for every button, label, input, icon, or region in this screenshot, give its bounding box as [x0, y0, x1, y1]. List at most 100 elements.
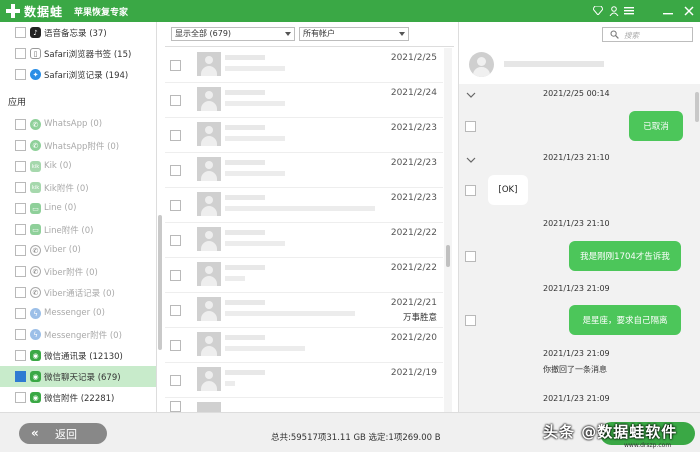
user-icon[interactable] — [608, 5, 619, 16]
table-row[interactable]: 2021/2/23 — [165, 153, 443, 188]
checkbox[interactable] — [170, 130, 181, 141]
checkbox[interactable] — [170, 60, 181, 71]
table-row[interactable]: 2021/2/24 — [165, 83, 443, 118]
list-scrollbar-thumb[interactable] — [446, 245, 450, 267]
sidebar-item-line[interactable]: ▭ Line (0) — [0, 198, 156, 219]
checkbox[interactable] — [170, 235, 181, 246]
viber-icon: ✆ — [30, 266, 41, 277]
list-scrollbar-track[interactable] — [444, 48, 452, 412]
close-icon[interactable] — [683, 5, 694, 16]
back-button[interactable]: « 返回 — [19, 423, 107, 444]
checkbox[interactable] — [170, 305, 181, 316]
avatar — [197, 297, 221, 321]
sidebar-item-viber[interactable]: ✆ Viber (0) — [0, 240, 156, 261]
checkbox[interactable] — [15, 69, 26, 80]
kik-icon: kik — [30, 161, 41, 172]
checkbox[interactable] — [15, 371, 26, 382]
checkbox[interactable] — [15, 350, 26, 361]
search-placeholder: 搜索 — [624, 31, 639, 40]
checkbox[interactable] — [15, 392, 26, 403]
checkbox[interactable] — [15, 161, 26, 172]
sidebar-item-label: 微信聊天记录 (679) — [44, 373, 121, 383]
checkbox[interactable] — [15, 48, 26, 59]
checkbox[interactable] — [170, 95, 181, 106]
checkbox[interactable] — [15, 27, 26, 38]
line-icon: ▭ — [30, 224, 41, 235]
sidebar-item-label: WhatsApp (0) — [44, 119, 103, 129]
message-timestamp: 2021/1/23 21:10 — [543, 219, 610, 228]
checkbox[interactable] — [170, 340, 181, 351]
sidebar-item-wechat-contacts[interactable]: ◉ 微信通讯录 (12130) — [0, 345, 156, 366]
sidebar-item-whatsapp[interactable]: ✆ WhatsApp (0) — [0, 114, 156, 135]
row-date: 2021/2/22 — [390, 263, 437, 273]
chevron-down-icon[interactable] — [466, 90, 476, 100]
sidebar-item-label: Safari浏览记录 (194) — [44, 71, 129, 81]
checkbox[interactable] — [15, 140, 26, 151]
checkbox[interactable] — [15, 287, 26, 298]
checkbox[interactable] — [15, 329, 26, 340]
wechat-icon: ◉ — [30, 371, 41, 382]
message-bubble-outgoing: 已取消 — [629, 111, 683, 141]
sidebar-item-voice-memo[interactable]: ♪ 语音备忘录 (37) — [0, 22, 156, 43]
sidebar-item-label: Viber附件 (0) — [44, 268, 98, 278]
sidebar-item-label: Kik附件 (0) — [44, 184, 89, 194]
search-input[interactable]: 搜索 — [602, 27, 693, 42]
checkbox[interactable] — [15, 119, 26, 130]
checkbox[interactable] — [170, 200, 181, 211]
sidebar-item-viber-calls[interactable]: ✆ Viber通话记录 (0) — [0, 282, 156, 303]
checkbox[interactable] — [15, 224, 26, 235]
checkbox[interactable] — [15, 308, 26, 319]
message-bubble-outgoing: 是星座，要求自己隔离 — [569, 305, 681, 335]
sidebar-item-line-attachments[interactable]: ▭ Line附件 (0) — [0, 219, 156, 240]
row-date: 2021/2/19 — [390, 368, 437, 378]
table-row[interactable] — [165, 398, 443, 412]
sidebar-item-whatsapp-attachments[interactable]: ✆ WhatsApp附件 (0) — [0, 135, 156, 156]
checkbox[interactable] — [15, 203, 26, 214]
sidebar-scrollbar[interactable] — [158, 215, 162, 350]
checkbox[interactable] — [15, 182, 26, 193]
table-row[interactable]: 2021/2/21 万事胜意 — [165, 293, 443, 328]
sidebar-item-messenger[interactable]: ϟ Messenger (0) — [0, 303, 156, 324]
blurred-text — [225, 311, 355, 316]
sidebar-item-kik[interactable]: kik Kik (0) — [0, 156, 156, 177]
whatsapp-icon: ✆ — [30, 140, 41, 151]
account-filter-select[interactable]: 所有帐户 — [299, 27, 409, 41]
checkbox[interactable] — [170, 165, 181, 176]
table-row[interactable]: 2021/2/19 — [165, 363, 443, 398]
table-row[interactable]: 2021/2/22 — [165, 223, 443, 258]
table-row[interactable]: 2021/2/25 — [165, 48, 443, 83]
menu-icon[interactable] — [623, 5, 634, 16]
table-row[interactable]: 2021/2/20 — [165, 328, 443, 363]
chat-scrollbar[interactable] — [695, 92, 699, 122]
table-row[interactable]: 2021/2/23 — [165, 118, 443, 153]
message-checkbox[interactable] — [465, 121, 476, 132]
checkbox[interactable] — [15, 245, 26, 256]
message-checkbox[interactable] — [465, 185, 476, 196]
sidebar-item-safari-bookmarks[interactable]: ▯ Safari浏览器书签 (15) — [0, 43, 156, 64]
message-checkbox[interactable] — [465, 315, 476, 326]
checkbox[interactable] — [15, 266, 26, 277]
sidebar-item-viber-attachments[interactable]: ✆ Viber附件 (0) — [0, 261, 156, 282]
message-checkbox[interactable] — [465, 251, 476, 262]
chevron-down-icon[interactable] — [466, 155, 476, 165]
chevron-down-icon — [399, 32, 405, 36]
sidebar-item-wechat-chats[interactable]: ◉ 微信聊天记录 (679) — [0, 366, 156, 387]
checkbox[interactable] — [170, 401, 181, 412]
minimize-icon[interactable] — [662, 5, 673, 16]
sidebar-item-wechat-attachments[interactable]: ◉ 微信附件 (22281) — [0, 387, 156, 408]
blurred-name — [225, 335, 265, 340]
table-row[interactable]: 2021/2/22 — [165, 258, 443, 293]
checkbox[interactable] — [170, 375, 181, 386]
diamond-icon[interactable] — [592, 5, 603, 16]
avatar — [197, 332, 221, 356]
sidebar-item-safari-history[interactable]: ✦ Safari浏览记录 (194) — [0, 64, 156, 85]
table-row[interactable]: 2021/2/23 — [165, 188, 443, 223]
sidebar-item-kik-attachments[interactable]: kik Kik附件 (0) — [0, 177, 156, 198]
blurred-name — [225, 265, 265, 270]
chevron-down-icon — [285, 32, 291, 36]
show-filter-select[interactable]: 显示全部 (679) — [171, 27, 295, 41]
sidebar-item-label: Messenger (0) — [44, 308, 105, 318]
sidebar-item-messenger-attachments[interactable]: ϟ Messenger附件 (0) — [0, 324, 156, 345]
checkbox[interactable] — [170, 270, 181, 281]
double-chevron-left-icon: « — [31, 426, 39, 440]
